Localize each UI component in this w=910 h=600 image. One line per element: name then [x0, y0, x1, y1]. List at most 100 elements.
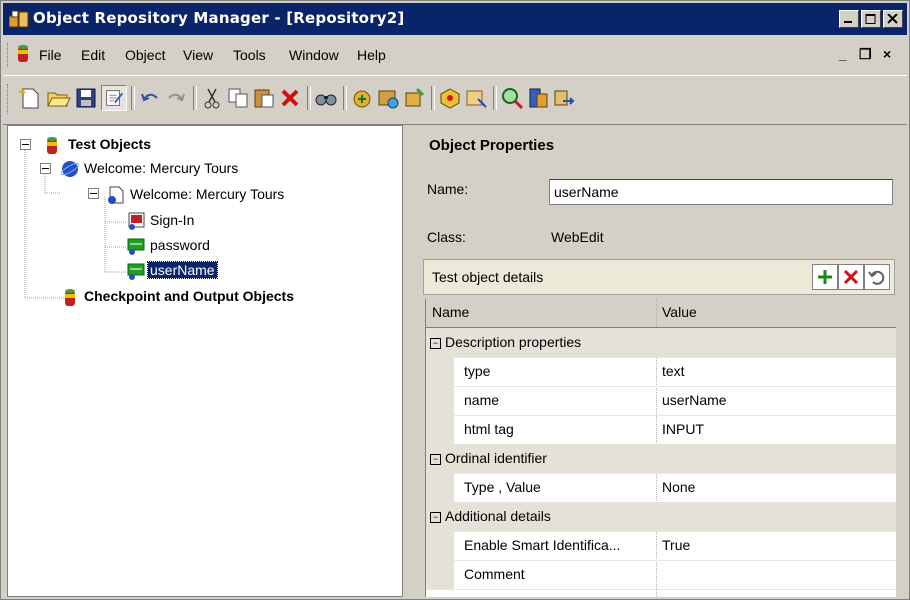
- paste-icon[interactable]: [251, 85, 277, 111]
- property-row[interactable]: Type , Value None: [426, 473, 896, 503]
- repository-db-icon: [18, 45, 28, 62]
- property-value[interactable]: INPUT: [662, 421, 704, 437]
- add-property-button[interactable]: [812, 264, 838, 290]
- menu-edit[interactable]: Edit: [81, 47, 105, 63]
- tree-item-browser[interactable]: Welcome: Mercury Tours: [8, 158, 404, 180]
- category-row[interactable]: − Additional details: [426, 502, 896, 532]
- property-name: type: [464, 363, 491, 379]
- tree-item-label: userName: [147, 261, 218, 279]
- tree-item-test-objects[interactable]: Test Objects: [8, 134, 404, 156]
- maximize-icon: [865, 14, 876, 24]
- name-label: Name:: [427, 181, 469, 197]
- property-value[interactable]: userName: [662, 392, 727, 408]
- remove-property-button[interactable]: [838, 264, 864, 290]
- edit-field-icon: [127, 238, 145, 255]
- property-value[interactable]: text: [662, 363, 685, 379]
- add-objects-icon[interactable]: [349, 85, 375, 111]
- menu-window[interactable]: Window: [289, 47, 339, 63]
- minimize-icon: [844, 21, 852, 23]
- column-header-name[interactable]: Name: [432, 304, 469, 320]
- open-folder-icon[interactable]: [45, 85, 71, 111]
- collapse-toggle-icon[interactable]: −: [430, 512, 441, 523]
- image-object-icon: [128, 212, 145, 230]
- collapse-toggle-icon[interactable]: −: [430, 454, 441, 465]
- undo-icon: [868, 270, 885, 285]
- maximize-button[interactable]: [861, 10, 881, 28]
- redo-icon[interactable]: [163, 85, 189, 111]
- collapse-toggle-icon[interactable]: −: [430, 338, 441, 349]
- column-header-value[interactable]: Value: [662, 304, 697, 320]
- property-row[interactable]: html tag INPUT: [426, 415, 896, 445]
- category-row[interactable]: − Ordinal identifier: [426, 444, 896, 474]
- tree-item-checkpoints[interactable]: Checkpoint and Output Objects: [8, 286, 404, 308]
- remove-icon: [843, 269, 859, 285]
- class-value: WebEdit: [551, 229, 604, 245]
- tree-item-page[interactable]: Welcome: Mercury Tours: [8, 184, 404, 206]
- title-bar[interactable]: Object Repository Manager - [Repository2…: [3, 3, 907, 35]
- associate-repositories-icon[interactable]: [525, 85, 551, 111]
- cut-icon[interactable]: [199, 85, 225, 111]
- browser-globe-icon: [60, 161, 80, 177]
- repository-db-icon: [47, 137, 57, 154]
- close-icon: [887, 14, 898, 24]
- property-name: Comment: [464, 566, 525, 582]
- object-spy-icon[interactable]: [499, 85, 525, 111]
- menu-tools[interactable]: Tools: [233, 47, 266, 63]
- tree-item-label: Welcome: Mercury Tours: [130, 186, 285, 202]
- mdi-restore-icon[interactable]: ❐: [859, 46, 872, 63]
- object-tree[interactable]: Test Objects Welcome: Mercury Tours Welc…: [7, 125, 403, 597]
- tree-item-label: password: [150, 237, 210, 253]
- repository-db-icon: [65, 289, 75, 306]
- name-input[interactable]: [549, 179, 893, 205]
- toolbar: [3, 75, 907, 125]
- save-icon[interactable]: [73, 85, 99, 111]
- edit-field-icon: [127, 263, 145, 280]
- property-row[interactable]: Comment: [426, 560, 896, 590]
- locate-in-repository-icon[interactable]: [463, 85, 489, 111]
- page-icon: [108, 186, 124, 204]
- category-label: Additional details: [445, 508, 551, 524]
- property-value[interactable]: None: [662, 479, 695, 495]
- properties-grid[interactable]: Name Value − Description properties type …: [425, 299, 896, 597]
- tree-item-label: Sign-In: [150, 212, 195, 228]
- property-name: Type , Value: [464, 479, 541, 495]
- define-new-object-icon[interactable]: [401, 85, 427, 111]
- copy-icon[interactable]: [225, 85, 251, 111]
- update-from-app-icon[interactable]: [375, 85, 401, 111]
- class-label: Class:: [427, 229, 466, 245]
- menu-bar: File Edit Object View Tools Window Help …: [3, 37, 907, 73]
- properties-icon[interactable]: [101, 85, 127, 111]
- category-label: Ordinal identifier: [445, 450, 547, 466]
- toolbar-grip[interactable]: [7, 84, 12, 114]
- category-row[interactable]: − Description properties: [426, 328, 896, 358]
- details-title: Test object details: [432, 269, 544, 285]
- tree-item-sign-in[interactable]: Sign-In: [8, 210, 404, 232]
- repository-app-icon: [9, 10, 29, 28]
- find-icon[interactable]: [313, 85, 339, 111]
- property-name: Enable Smart Identifica...: [464, 537, 621, 553]
- tree-item-username[interactable]: userName: [8, 260, 404, 282]
- grid-header: Name Value: [426, 299, 896, 328]
- property-row[interactable]: name userName: [426, 386, 896, 416]
- property-row[interactable]: Enable Smart Identifica... True: [426, 531, 896, 561]
- delete-icon[interactable]: [277, 85, 303, 111]
- close-button[interactable]: [883, 10, 903, 28]
- undo-icon[interactable]: [137, 85, 163, 111]
- tree-item-password[interactable]: password: [8, 235, 404, 257]
- plus-icon: [818, 270, 832, 284]
- property-row[interactable]: type text: [426, 357, 896, 387]
- menu-object[interactable]: Object: [125, 47, 165, 63]
- tree-item-label: Welcome: Mercury Tours: [84, 160, 239, 176]
- new-icon[interactable]: [17, 85, 43, 111]
- export-icon[interactable]: [551, 85, 577, 111]
- menu-file[interactable]: File: [39, 47, 62, 63]
- minimize-button[interactable]: [839, 10, 859, 28]
- menubar-grip[interactable]: [7, 43, 12, 67]
- menu-view[interactable]: View: [183, 47, 213, 63]
- menu-help[interactable]: Help: [357, 47, 386, 63]
- highlight-in-app-icon[interactable]: [437, 85, 463, 111]
- property-value[interactable]: True: [662, 537, 690, 553]
- restore-button[interactable]: [864, 264, 890, 290]
- mdi-close-icon[interactable]: ×: [883, 46, 891, 62]
- mdi-minimize-icon[interactable]: _: [839, 46, 847, 62]
